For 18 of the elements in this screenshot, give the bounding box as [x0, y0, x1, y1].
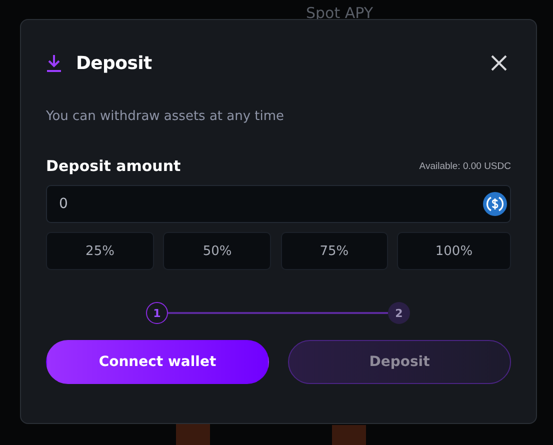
amount-field[interactable]: 0 — [46, 185, 511, 223]
dialog-subtitle: You can withdraw assets at any time — [46, 109, 286, 124]
chart-bar — [176, 423, 210, 445]
close-icon[interactable] — [491, 55, 507, 71]
available-balance: Available: 0.00 USDC — [419, 160, 511, 172]
percent-button[interactable]: 25% — [46, 232, 154, 270]
step-indicator: 2 — [388, 302, 410, 324]
background-text: Spot APY — [306, 4, 374, 22]
coin-icon — [483, 192, 507, 216]
amount-label: Deposit amount — [46, 157, 181, 175]
percent-button[interactable]: 100% — [396, 232, 511, 270]
step-indicator: 1 — [146, 302, 168, 324]
percent-button[interactable]: 50% — [163, 232, 272, 270]
download-icon — [46, 54, 62, 72]
chart-bar — [332, 425, 366, 445]
dialog-title: Deposit — [76, 52, 152, 74]
connect-wallet-button[interactable]: Connect wallet — [46, 340, 269, 384]
percent-button[interactable]: 75% — [280, 232, 388, 270]
